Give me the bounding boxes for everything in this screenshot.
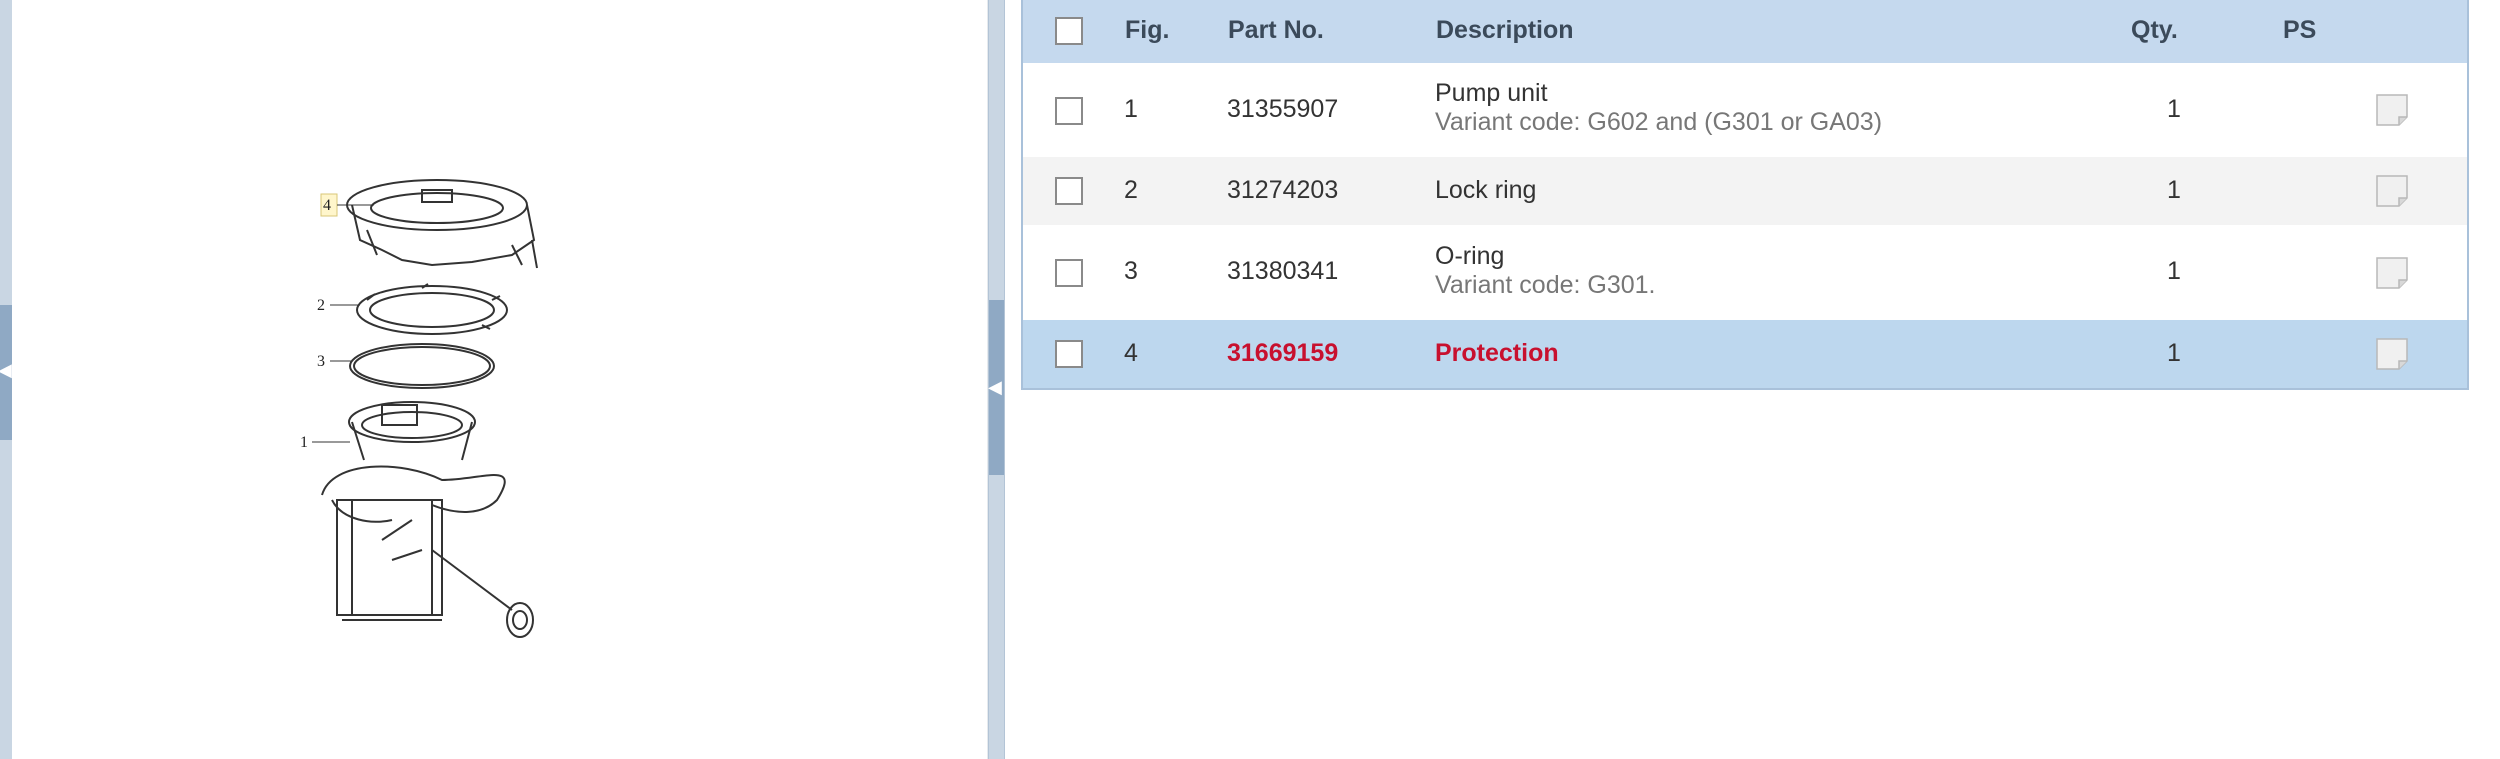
- quantity: 1: [2167, 257, 2181, 285]
- row-checkbox[interactable]: [1055, 340, 1083, 368]
- table-header-row: Fig. Part No. Description Qty. PS: [1023, 0, 2467, 63]
- document-icon[interactable]: [2375, 174, 2409, 208]
- header-part-no[interactable]: Part No.: [1228, 16, 1324, 45]
- quantity: 1: [2167, 176, 2181, 204]
- part-4-protection-drawing: [346, 179, 538, 269]
- part-1-pump-unit-drawing: [321, 401, 534, 638]
- callout-1[interactable]: 1: [300, 434, 308, 451]
- part-number: 31380341: [1227, 257, 1339, 285]
- header-fig[interactable]: Fig.: [1125, 16, 1169, 45]
- description-text: Pump unit: [1435, 79, 1548, 107]
- header-description[interactable]: Description: [1436, 16, 1574, 45]
- header-qty[interactable]: Qty.: [2131, 16, 2178, 45]
- row-checkbox[interactable]: [1055, 259, 1083, 287]
- part-description: Pump unit Variant code: G602 and (G301 o…: [1435, 79, 1882, 137]
- parts-table: Fig. Part No. Description Qty. PS 1 3135…: [1021, 0, 2469, 390]
- table-row-selected[interactable]: 4 31669159 Protection 1: [1023, 320, 2467, 388]
- part-number[interactable]: 31669159: [1227, 339, 1338, 368]
- document-icon[interactable]: [2375, 256, 2409, 290]
- variant-code: Variant code: G602 and (G301 or GA03): [1435, 108, 1883, 136]
- row-checkbox[interactable]: [1055, 97, 1083, 125]
- variant-code: Variant code: G301.: [1435, 271, 1656, 299]
- quantity: 1: [2167, 339, 2181, 367]
- callout-3[interactable]: 3: [317, 353, 325, 370]
- exploded-parts-diagram: 4 2 3 1: [300, 179, 538, 638]
- callout-4[interactable]: 4: [323, 197, 331, 214]
- left-collapse-handle[interactable]: ◀: [0, 305, 12, 440]
- table-row[interactable]: 1 31355907 Pump unit Variant code: G602 …: [1023, 63, 2467, 157]
- document-icon[interactable]: [2375, 93, 2409, 127]
- pane-splitter[interactable]: ◀: [988, 0, 1005, 759]
- part-2-lock-ring-drawing: [356, 283, 508, 335]
- part-description[interactable]: Protection: [1435, 339, 1559, 368]
- part-number: 31355907: [1227, 95, 1339, 123]
- select-all-checkbox[interactable]: [1055, 17, 1083, 45]
- splitter-collapse-handle[interactable]: ◀: [988, 300, 1004, 475]
- part-3-o-ring-drawing: [349, 343, 495, 389]
- illustration-pane: 4 2 3 1: [12, 0, 988, 759]
- left-edge-collapse-bar[interactable]: ◀: [0, 0, 12, 759]
- table-row[interactable]: 3 31380341 O-ring Variant code: G301. 1: [1023, 225, 2467, 320]
- chevron-left-icon: ◀: [988, 377, 1002, 397]
- part-description: O-ring Variant code: G301.: [1435, 242, 1656, 300]
- header-ps[interactable]: PS: [2283, 16, 2316, 45]
- description-text: O-ring: [1435, 242, 1505, 270]
- callout-2[interactable]: 2: [317, 297, 325, 314]
- document-icon[interactable]: [2375, 337, 2409, 371]
- quantity: 1: [2167, 95, 2181, 123]
- part-description: Lock ring: [1435, 176, 1537, 204]
- fig-number: 1: [1124, 95, 1138, 123]
- row-checkbox[interactable]: [1055, 177, 1083, 205]
- fig-number: 2: [1124, 176, 1138, 204]
- fig-number: 4: [1124, 339, 1138, 367]
- chevron-left-icon: ◀: [0, 360, 12, 380]
- part-number: 31274203: [1227, 176, 1339, 204]
- fig-number: 3: [1124, 257, 1138, 285]
- table-row[interactable]: 2 31274203 Lock ring 1: [1023, 157, 2467, 225]
